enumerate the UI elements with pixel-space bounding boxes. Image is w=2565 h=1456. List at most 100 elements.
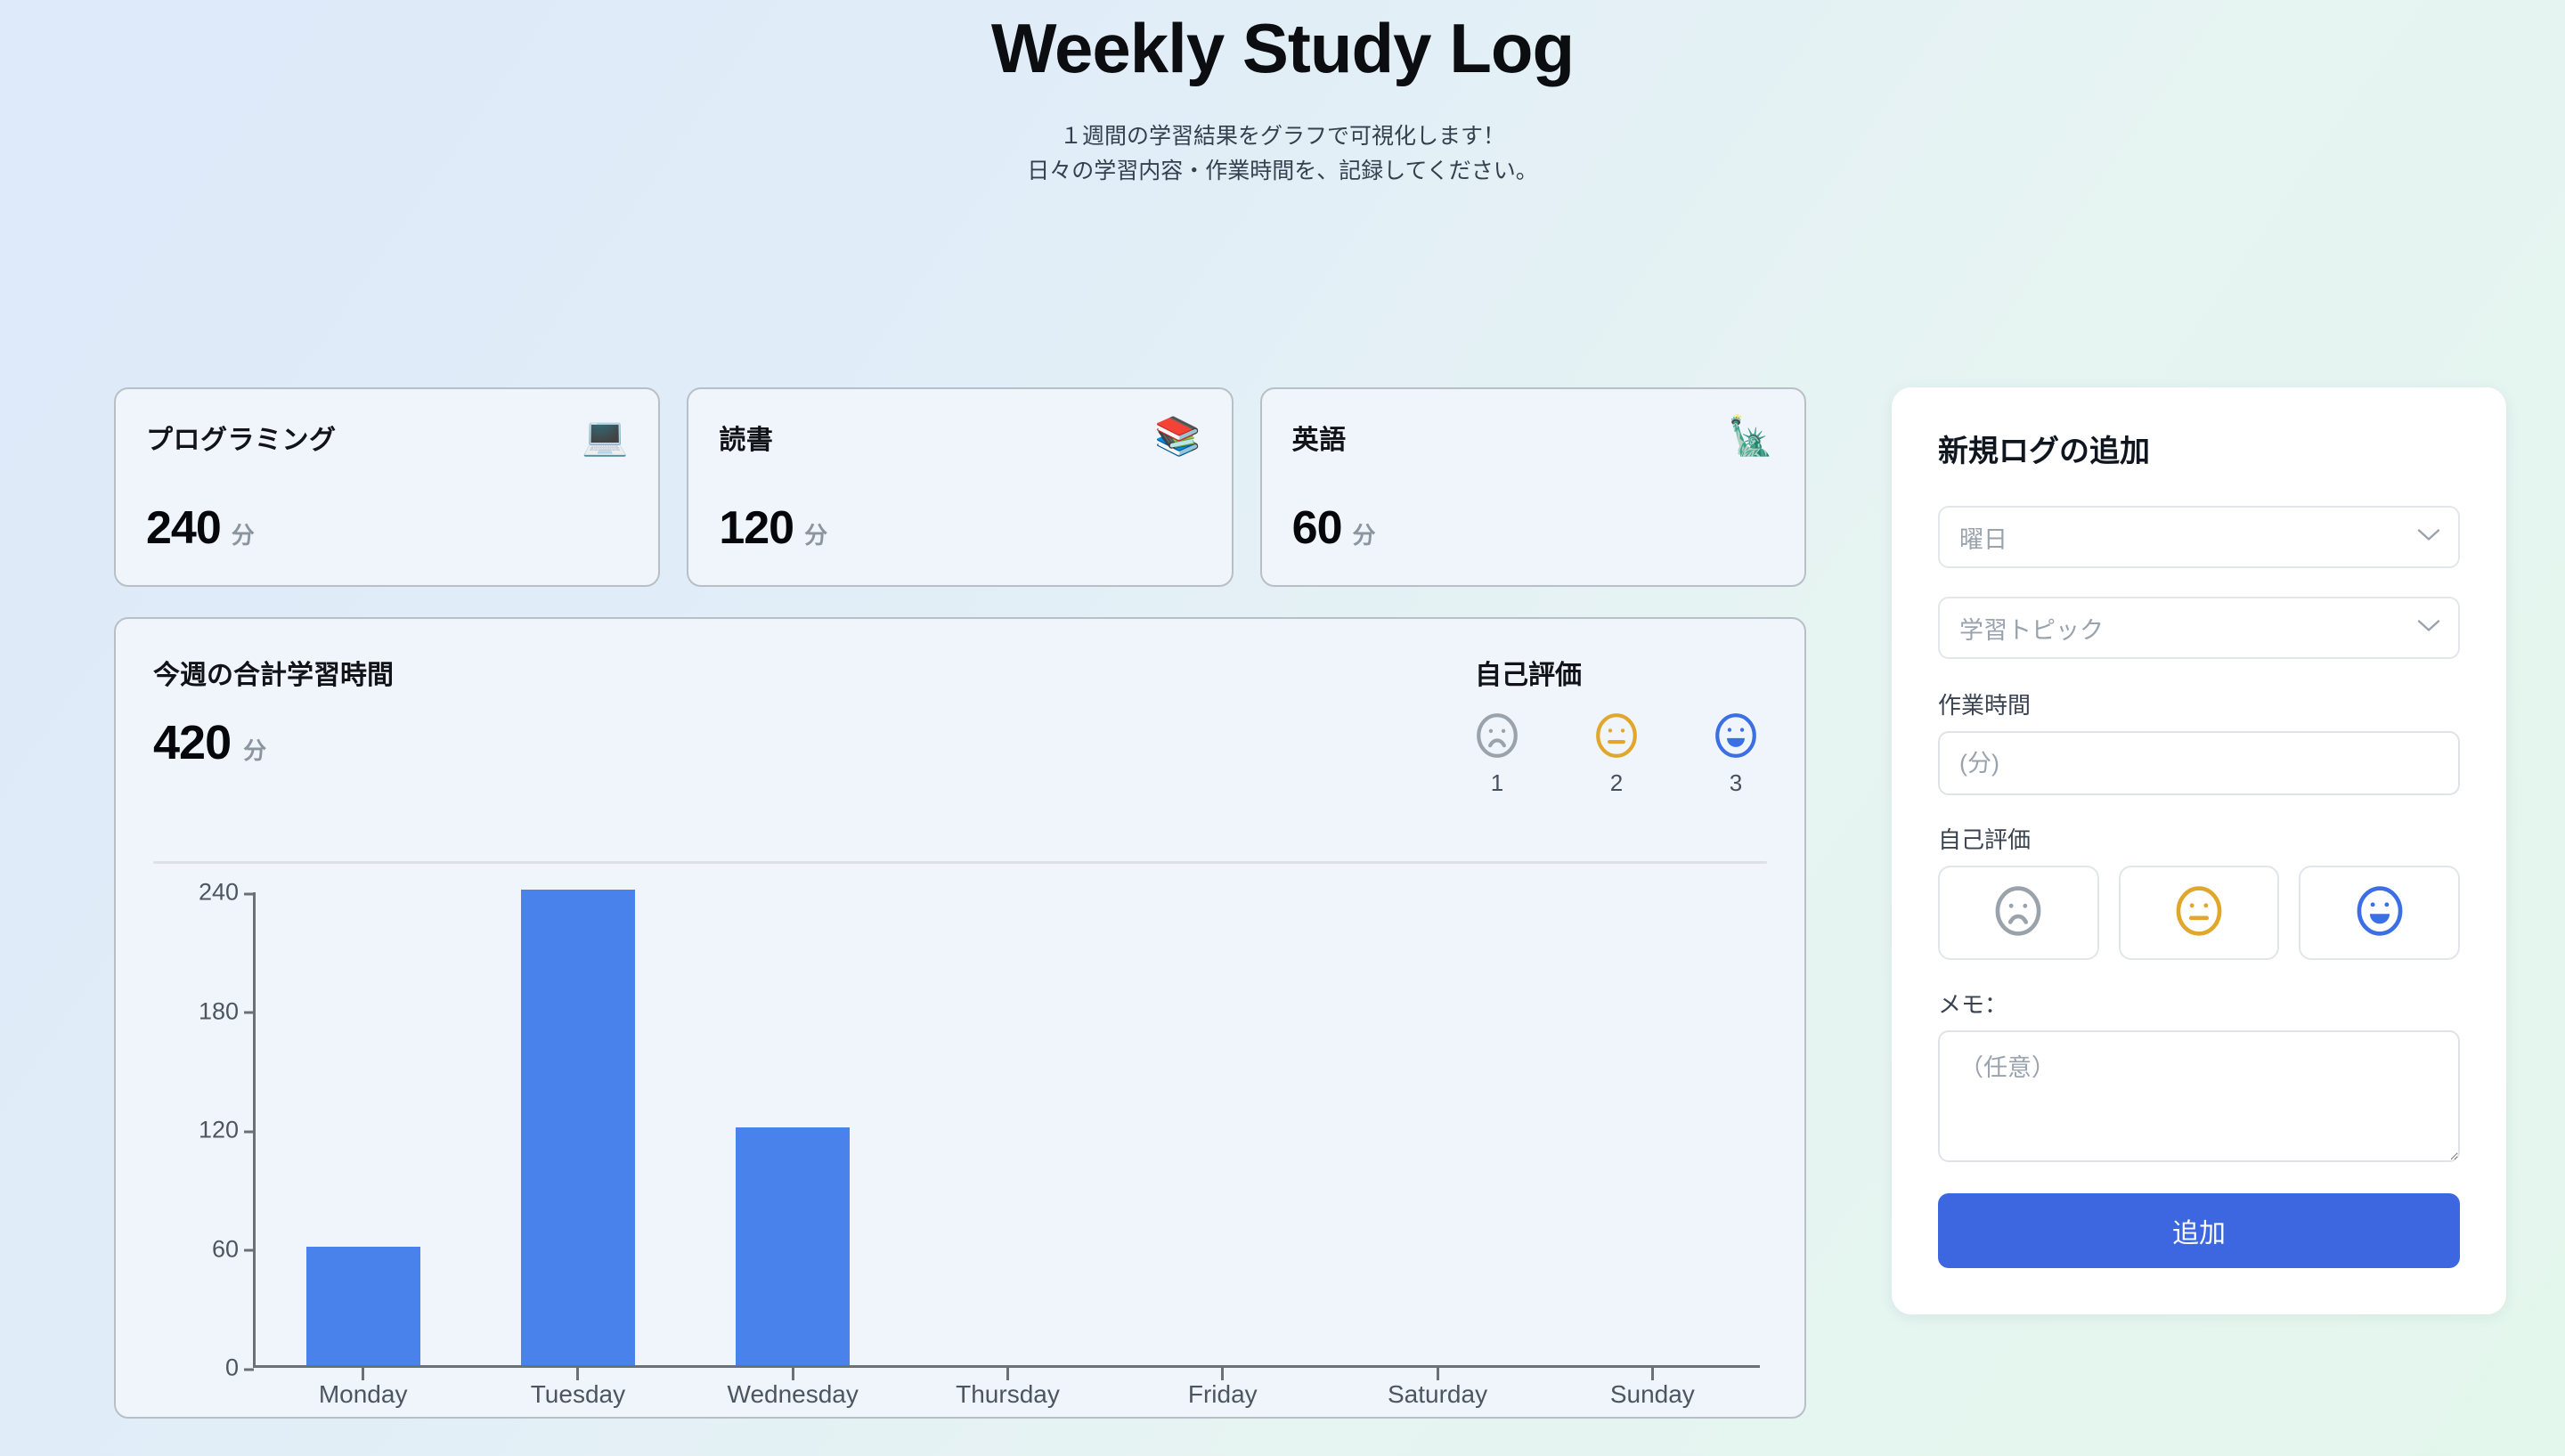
happy-face-icon xyxy=(1714,712,1758,764)
stat-label: 読書 xyxy=(719,426,774,455)
stat-value: 60 xyxy=(1291,502,1343,554)
x-axis-tick-marks xyxy=(256,1365,1760,1380)
chart-bar[interactable] xyxy=(305,1246,420,1365)
bar-chart-plot: 0 60 120 180 240 Monday Tuesday Wednesday Thurs… xyxy=(153,879,1767,1411)
x-axis-tick-mark xyxy=(470,1365,685,1380)
rating-button-group xyxy=(1938,866,2461,960)
y-axis-tick-label: 60 xyxy=(153,1235,254,1263)
rating-label: 自己評価 xyxy=(1938,826,2032,853)
stat-value-row: 60 分 xyxy=(1292,501,1774,562)
stat-card-header: 英語 🗽 xyxy=(1292,418,1774,457)
page-header: Weekly Study Log １週間の学習結果をグラフで可視化します！ 日々… xyxy=(0,0,2565,188)
sad-face-icon xyxy=(1993,884,2043,942)
stat-card-programming: プログラミング 💻 240 分 xyxy=(114,387,661,587)
stat-card-header: 読書 📚 xyxy=(719,418,1201,457)
rating-legend-item-2: 2 xyxy=(1594,712,1639,797)
x-axis-tick-label: Wednesday xyxy=(727,1380,859,1408)
y-axis-tick-label: 180 xyxy=(153,997,254,1025)
rating-button-sad[interactable] xyxy=(1938,866,2099,960)
weekly-chart-card: 今週の合計学習時間 420 分 自己評価 1 2 3 0 60 120 180 … xyxy=(114,617,1806,1419)
chart-bar-slot xyxy=(470,890,685,1365)
x-axis-labels: Monday Tuesday Wednesday Thursday Friday Satu… xyxy=(256,1380,1760,1411)
rating-legend-number: 1 xyxy=(1490,769,1504,796)
total-study-time-value: 420 xyxy=(153,716,232,769)
chart-bar[interactable] xyxy=(520,890,635,1365)
x-axis-tick-mark xyxy=(1330,1365,1544,1380)
x-axis-tick-label: Saturday xyxy=(1388,1380,1488,1408)
memo-textarea[interactable] xyxy=(1938,1030,2460,1162)
chart-bar-slot xyxy=(1115,892,1330,1365)
x-axis-tick-mark xyxy=(900,1365,1115,1380)
y-axis-tick-label: 240 xyxy=(153,879,254,907)
neutral-face-icon xyxy=(1594,712,1639,764)
main-content: プログラミング 💻 240 分 読書 📚 120 分 英語 🗽 60 分 今週の… xyxy=(0,387,2565,1419)
rating-legend-number: 2 xyxy=(1609,769,1624,796)
stat-card-english: 英語 🗽 60 分 xyxy=(1259,387,1806,587)
chart-bar-slot xyxy=(1330,892,1544,1365)
rating-button-neutral[interactable] xyxy=(2118,866,2280,960)
duration-label: 作業時間 xyxy=(1938,692,2032,719)
stat-unit: 分 xyxy=(231,522,255,549)
x-axis-tick-label: Monday xyxy=(318,1380,408,1408)
x-axis-tick-mark xyxy=(1115,1365,1330,1380)
stat-label: 英語 xyxy=(1291,426,1347,455)
stat-cards-row: プログラミング 💻 240 分 読書 📚 120 分 英語 🗽 60 分 xyxy=(114,387,1806,587)
duration-field-group: 作業時間 xyxy=(1938,687,2460,795)
total-study-time-block: 今週の合計学習時間 420 分 xyxy=(153,653,394,770)
rating-legend-items: 1 2 3 xyxy=(1475,712,1758,797)
chart-bar-slot xyxy=(686,892,900,1365)
total-study-time-unit: 分 xyxy=(243,737,267,764)
laptop-emoji: 💻 xyxy=(582,414,629,458)
rating-legend-title: 自己評価 xyxy=(1475,661,1582,690)
add-log-submit-button[interactable]: 追加 xyxy=(1938,1193,2460,1268)
day-select-wrapper: 曜日 xyxy=(1938,506,2460,568)
stat-value: 240 xyxy=(146,502,222,554)
total-study-time-label: 今週の合計学習時間 xyxy=(153,661,394,690)
stat-value-row: 240 分 xyxy=(146,501,628,562)
sad-face-icon xyxy=(1475,712,1519,764)
topic-select-wrapper: 学習トピック xyxy=(1938,597,2460,659)
page-subtitle: １週間の学習結果をグラフで可視化します！ 日々の学習内容・作業時間を、記録してく… xyxy=(0,119,2565,189)
rating-legend-number: 3 xyxy=(1729,769,1743,796)
total-study-time-value-row: 420 分 xyxy=(153,715,394,770)
stat-value: 120 xyxy=(719,502,794,554)
rating-legend: 自己評価 1 2 3 xyxy=(1475,653,1758,797)
memo-label: メモ： xyxy=(1938,991,2008,1018)
chart-bar-slot xyxy=(256,892,470,1365)
x-axis-tick-mark xyxy=(256,1365,470,1380)
happy-face-icon xyxy=(2355,884,2405,942)
left-column: プログラミング 💻 240 分 読書 📚 120 分 英語 🗽 60 分 今週の… xyxy=(114,387,1806,1419)
stat-card-reading: 読書 📚 120 分 xyxy=(687,387,1234,587)
chart-bar[interactable] xyxy=(736,1127,851,1365)
x-axis-tick-label: Tuesday xyxy=(530,1380,626,1408)
x-axis-tick-mark xyxy=(1545,1365,1760,1380)
rating-legend-item-3: 3 xyxy=(1714,712,1758,797)
chart-bar-slot xyxy=(900,892,1115,1365)
y-axis-tick-label: 120 xyxy=(153,1117,254,1144)
page-title: Weekly Study Log xyxy=(990,9,1575,87)
rating-legend-item-1: 1 xyxy=(1475,712,1519,797)
subtitle-line-1: １週間の学習結果をグラフで可視化します！ xyxy=(1059,123,1505,149)
stat-card-header: プログラミング 💻 xyxy=(146,418,628,457)
topic-select[interactable]: 学習トピック xyxy=(1938,597,2460,659)
day-select[interactable]: 曜日 xyxy=(1938,506,2460,568)
books-emoji: 📚 xyxy=(1154,414,1201,458)
stat-label: プログラミング xyxy=(146,426,337,455)
memo-field-group: メモ： xyxy=(1938,987,2460,1167)
chart-divider xyxy=(153,861,1767,864)
form-title: 新規ログの追加 xyxy=(1938,435,2150,468)
subtitle-line-2: 日々の学習内容・作業時間を、記録してください。 xyxy=(1027,158,1538,183)
chart-bar-slot xyxy=(1545,892,1760,1365)
rating-field-group: 自己評価 xyxy=(1938,822,2461,960)
stat-value-row: 120 分 xyxy=(719,501,1201,562)
rating-button-happy[interactable] xyxy=(2299,866,2461,960)
stat-unit: 分 xyxy=(804,522,828,549)
chart-bars xyxy=(256,890,1760,1365)
x-axis-tick-label: Thursday xyxy=(956,1380,1060,1408)
stat-unit: 分 xyxy=(1352,522,1376,549)
x-axis-tick-label: Friday xyxy=(1187,1380,1258,1408)
duration-input[interactable] xyxy=(1938,731,2460,795)
y-axis-tick-label: 0 xyxy=(153,1354,254,1382)
chart-card-header: 今週の合計学習時間 420 分 自己評価 1 2 3 xyxy=(153,653,1767,797)
neutral-face-icon xyxy=(2174,884,2224,942)
